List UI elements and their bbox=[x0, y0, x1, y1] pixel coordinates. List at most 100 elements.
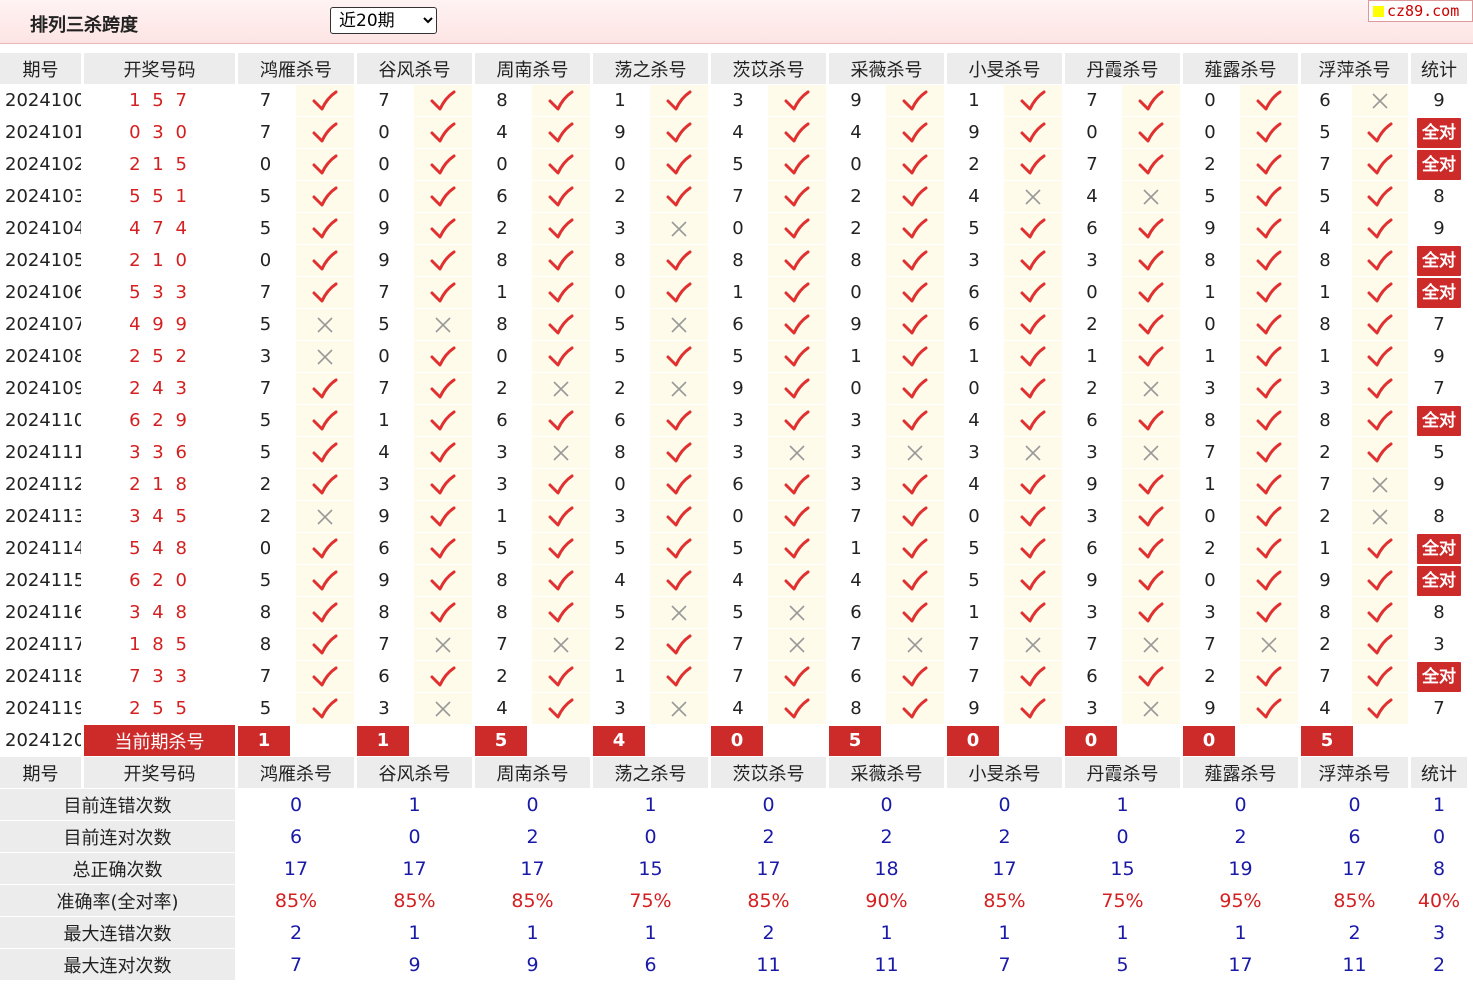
kill-number-cell: 9 bbox=[593, 117, 650, 149]
kill-number-cell: 7 bbox=[829, 501, 886, 533]
result-mark-cell bbox=[1122, 405, 1183, 437]
check-icon bbox=[430, 218, 456, 238]
current-kill-number: 5 bbox=[1301, 725, 1353, 756]
result-mark-cell bbox=[1240, 565, 1301, 597]
result-mark-cell bbox=[532, 501, 593, 533]
table-row: 2024110 6 2 9 5 1 6 6 3 3 4 6 8 8 全对 bbox=[0, 405, 1470, 437]
result-mark-cell bbox=[768, 565, 829, 597]
kill-number-cell: 3 bbox=[238, 341, 296, 373]
kill-number-cell: 3 bbox=[1065, 501, 1122, 533]
result-mark-cell bbox=[1240, 597, 1301, 629]
kill-number-cell: 7 bbox=[238, 373, 296, 405]
kill-number-cell: 3 bbox=[1065, 597, 1122, 629]
period-cell: 2024107 bbox=[0, 309, 84, 341]
check-icon bbox=[784, 122, 810, 142]
result-mark-cell bbox=[650, 437, 711, 469]
result-mark-cell bbox=[1122, 533, 1183, 565]
kill-number-cell: 7 bbox=[1301, 149, 1352, 181]
kill-number-cell: 2 bbox=[1301, 629, 1352, 661]
summary-value: 1 bbox=[1065, 917, 1183, 949]
check-icon bbox=[312, 538, 338, 558]
result-mark-cell bbox=[414, 437, 475, 469]
check-icon bbox=[1020, 218, 1046, 238]
cross-icon bbox=[907, 444, 923, 461]
check-icon bbox=[666, 186, 692, 206]
summary-value: 0 bbox=[1411, 821, 1470, 853]
stat-cell: 9 bbox=[1411, 213, 1470, 245]
check-icon bbox=[784, 218, 810, 238]
check-icon bbox=[1367, 666, 1393, 686]
result-mark-cell bbox=[768, 597, 829, 629]
kill-number-cell: 0 bbox=[593, 149, 650, 181]
summary-value: 1 bbox=[357, 917, 475, 949]
kill-number-cell: 1 bbox=[593, 85, 650, 117]
result-mark-cell bbox=[768, 181, 829, 213]
kill-number-cell: 1 bbox=[1301, 341, 1352, 373]
result-mark-cell bbox=[296, 469, 357, 501]
result-mark-cell bbox=[650, 213, 711, 245]
result-mark-cell bbox=[1122, 693, 1183, 725]
check-icon bbox=[1256, 346, 1282, 366]
kill-number-cell: 5 bbox=[947, 533, 1004, 565]
result-mark-cell bbox=[414, 405, 475, 437]
check-icon bbox=[784, 474, 810, 494]
result-mark-cell bbox=[532, 149, 593, 181]
summary-value: 1 bbox=[1183, 917, 1301, 949]
kill-number-cell: 4 bbox=[475, 117, 532, 149]
table-row: 2024113 3 4 529130703028 bbox=[0, 501, 1470, 533]
check-icon bbox=[1367, 346, 1393, 366]
result-mark-cell bbox=[414, 629, 475, 661]
cross-icon bbox=[671, 316, 687, 333]
kill-number-cell: 2 bbox=[593, 629, 650, 661]
result-mark-cell bbox=[1004, 373, 1065, 405]
result-mark-cell bbox=[414, 117, 475, 149]
kill-number-cell: 2 bbox=[1183, 661, 1240, 693]
result-mark-cell bbox=[1122, 629, 1183, 661]
check-icon bbox=[1020, 570, 1046, 590]
check-icon bbox=[1367, 538, 1393, 558]
summary-label: 最大连对次数 bbox=[0, 949, 238, 981]
cross-icon bbox=[1143, 444, 1159, 461]
kill-number-cell: 7 bbox=[357, 277, 414, 309]
kill-number-cell: 2 bbox=[947, 149, 1004, 181]
column-header: 荡之杀号 bbox=[593, 53, 711, 85]
result-mark-cell bbox=[1004, 629, 1065, 661]
current-kill-number: 0 bbox=[1065, 725, 1117, 756]
summary-value: 11 bbox=[711, 949, 829, 981]
check-icon bbox=[1020, 538, 1046, 558]
result-mark-cell bbox=[532, 405, 593, 437]
check-icon bbox=[312, 122, 338, 142]
cross-icon bbox=[1143, 700, 1159, 717]
kill-number-cell: 9 bbox=[947, 117, 1004, 149]
column-header: 薤露杀号 bbox=[1183, 53, 1301, 85]
result-mark-cell bbox=[650, 309, 711, 341]
kill-number-cell: 8 bbox=[1183, 245, 1240, 277]
kill-number-cell: 3 bbox=[947, 245, 1004, 277]
all-correct-badge: 全对 bbox=[1417, 565, 1461, 596]
stat-cell: 全对 bbox=[1411, 245, 1470, 277]
result-mark-cell bbox=[1352, 533, 1411, 565]
check-icon bbox=[902, 90, 928, 110]
result-mark-cell bbox=[1352, 661, 1411, 693]
kill-number-cell: 1 bbox=[1183, 469, 1240, 501]
kill-number-cell: 8 bbox=[475, 565, 532, 597]
period-cell: 2024113 bbox=[0, 501, 84, 533]
kill-number-cell: 1 bbox=[475, 501, 532, 533]
result-mark-cell bbox=[886, 565, 947, 597]
stat-cell: 全对 bbox=[1411, 661, 1470, 693]
result-mark-cell bbox=[650, 85, 711, 117]
kill-number-cell: 4 bbox=[1301, 693, 1352, 725]
current-kill-number: 1 bbox=[238, 725, 290, 756]
period-select[interactable]: 近20期 bbox=[330, 7, 437, 34]
check-icon bbox=[784, 90, 810, 110]
result-mark-cell bbox=[886, 629, 947, 661]
kill-number-cell: 4 bbox=[1065, 181, 1122, 213]
check-icon bbox=[1256, 570, 1282, 590]
check-icon bbox=[902, 282, 928, 302]
site-logo[interactable]: cz89.com bbox=[1368, 0, 1473, 22]
cross-icon bbox=[317, 348, 333, 365]
check-icon bbox=[430, 538, 456, 558]
check-icon bbox=[1367, 602, 1393, 622]
all-correct-badge: 全对 bbox=[1417, 277, 1461, 308]
result-mark-cell bbox=[1352, 629, 1411, 661]
